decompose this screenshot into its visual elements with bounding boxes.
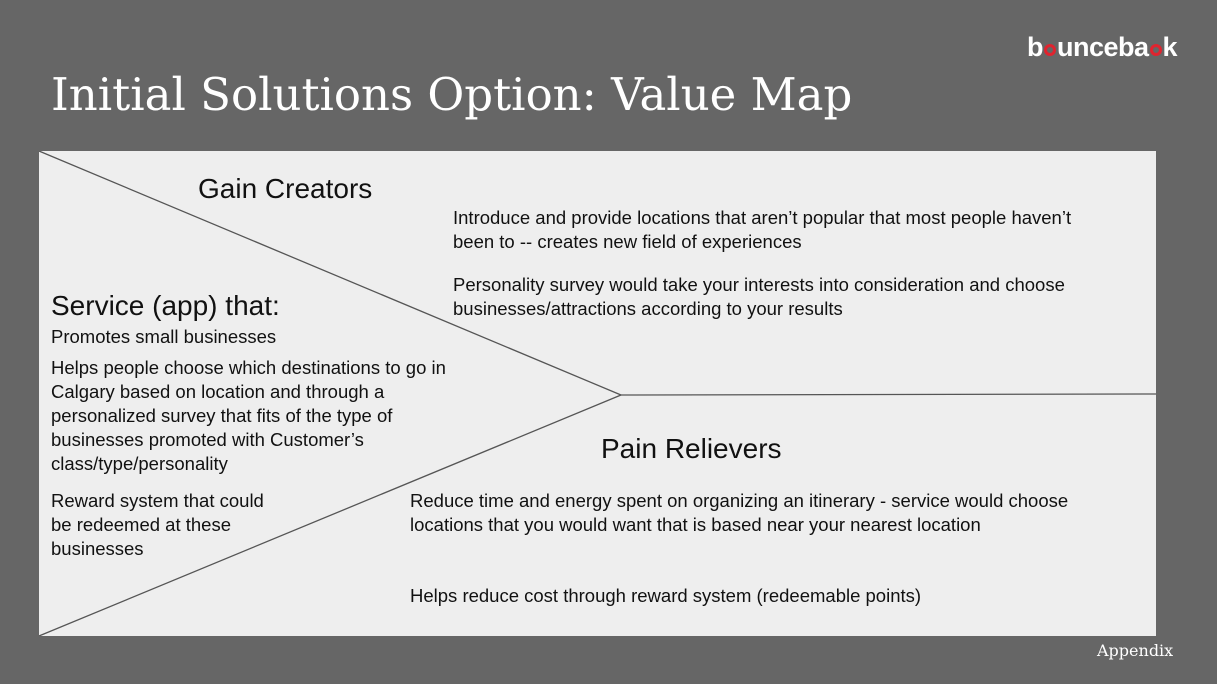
gain-creator-item: Introduce and provide locations that are… [453,207,1072,252]
logo-ring-icon [1149,44,1162,56]
service-heading: Service (app) that: [51,290,280,321]
appendix-label: Appendix [1097,641,1174,660]
slide-title: Initial Solutions Option: Value Map [51,68,853,121]
gain-creators-heading: Gain Creators [198,173,373,204]
logo-text-middle: unceba [1057,32,1149,62]
logo-ring-icon [1044,44,1056,56]
gain-creator-item: Personality survey would take your inter… [453,274,1065,319]
service-item: Reward system that could be redeemed at … [51,490,264,559]
logo-text-prefix: b [1027,32,1044,62]
pain-reliever-item: Helps reduce cost through reward system … [410,585,922,606]
service-item: Helps people choose which destinations t… [51,357,446,474]
service-item: Promotes small businesses [51,326,277,347]
pain-relievers-heading: Pain Relievers [601,433,782,464]
bounceback-logo: b unceba k [1027,32,1178,63]
logo-text-suffix: k [1162,32,1178,62]
pain-reliever-item: Reduce time and energy spent on organizi… [410,490,1069,535]
horizontal-divider-line [620,393,1156,396]
